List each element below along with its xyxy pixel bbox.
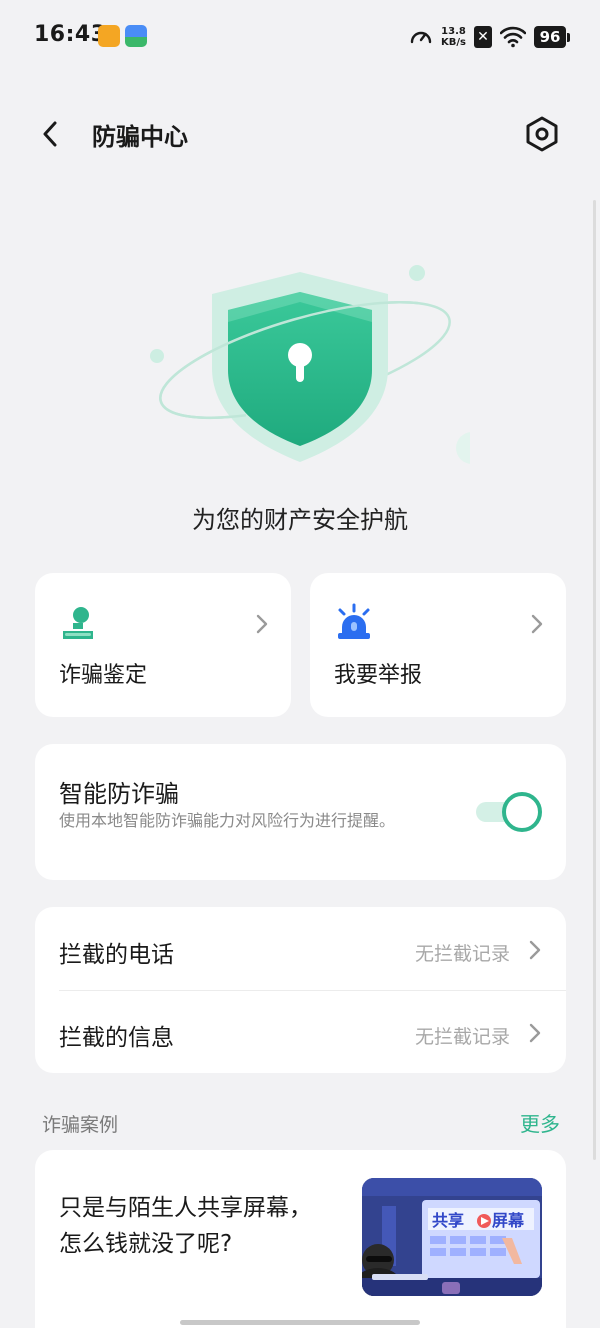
user-check-icon [63, 607, 93, 639]
back-button[interactable] [30, 112, 70, 156]
report-label: 我要举报 [334, 663, 423, 688]
network-speed-value: 13.8 [441, 26, 466, 37]
settings-hexagon-icon [526, 116, 558, 152]
intercepted-calls-row[interactable]: 拦截的电话 无拦截记录 [35, 907, 566, 991]
thumbnail-text-left: 共享 [432, 1211, 464, 1230]
chevron-right-icon [529, 1023, 541, 1043]
fraud-identify-label: 诈骗鉴定 [59, 663, 148, 688]
report-card[interactable]: 我要举报 [310, 573, 566, 717]
home-indicator[interactable] [180, 1320, 420, 1325]
smart-protection-title: 智能防诈骗 [59, 780, 179, 808]
toggle-knob [502, 792, 542, 832]
smart-protection-description: 使用本地智能防诈骗能力对风险行为进行提醒。 [59, 811, 396, 830]
notification-app-icon [98, 25, 120, 47]
alarm-siren-icon [338, 603, 370, 639]
intercepted-messages-row[interactable]: 拦截的信息 无拦截记录 [35, 990, 566, 1073]
settings-button[interactable] [518, 110, 566, 158]
network-speed: 13.8 KB/s [441, 26, 466, 48]
chevron-right-icon [531, 614, 543, 634]
thumbnail-text-right: 屏幕 [492, 1211, 525, 1230]
chevron-left-icon [43, 121, 57, 147]
smart-protection-card: 智能防诈骗 使用本地智能防诈骗能力对风险行为进行提醒。 [35, 744, 566, 880]
cases-more-link[interactable]: 更多 [520, 1108, 560, 1137]
screen-share-illustration: 共享 屏幕 [362, 1178, 542, 1296]
case-item[interactable]: 只是与陌生人共享屏幕，怎么钱就没了呢? 共享 屏幕 [35, 1150, 566, 1328]
status-time: 16:43 [34, 22, 107, 47]
chevron-right-icon [256, 614, 268, 634]
intercepted-calls-label: 拦截的电话 [59, 942, 174, 968]
intercepted-messages-label: 拦截的信息 [59, 1025, 174, 1051]
shield-lock-illustration [150, 265, 470, 464]
battery-tip [567, 32, 570, 42]
network-speed-unit: KB/s [441, 37, 466, 48]
page-title: 防骗中心 [92, 123, 188, 151]
scrollbar[interactable] [593, 200, 596, 1160]
hero-tagline: 为您的财产安全护航 [192, 506, 408, 534]
chevron-right-icon [529, 940, 541, 960]
case-title: 只是与陌生人共享屏幕，怎么钱就没了呢? [59, 1195, 312, 1257]
no-sim-icon: ✕ [474, 26, 492, 48]
smart-protection-toggle[interactable] [476, 792, 542, 832]
battery-level: 96 [534, 26, 566, 48]
intercepted-calls-value: 无拦截记录 [414, 943, 510, 965]
status-indicators: 13.8 KB/s ✕ 96 [409, 22, 570, 52]
speedometer-icon [410, 31, 432, 44]
wifi-icon [500, 26, 526, 48]
notification-gallery-icon [125, 25, 147, 47]
status-bar: 16:43 13.8 KB/s ✕ 96 [0, 0, 600, 72]
battery-indicator: 96 [534, 26, 570, 48]
intercept-list: 拦截的电话 无拦截记录 拦截的信息 无拦截记录 [35, 907, 566, 1073]
fraud-identify-card[interactable]: 诈骗鉴定 [35, 573, 291, 717]
intercepted-messages-value: 无拦截记录 [414, 1026, 510, 1048]
cases-section-title: 诈骗案例 [42, 1114, 119, 1136]
case-thumbnail: 共享 屏幕 [362, 1178, 542, 1296]
